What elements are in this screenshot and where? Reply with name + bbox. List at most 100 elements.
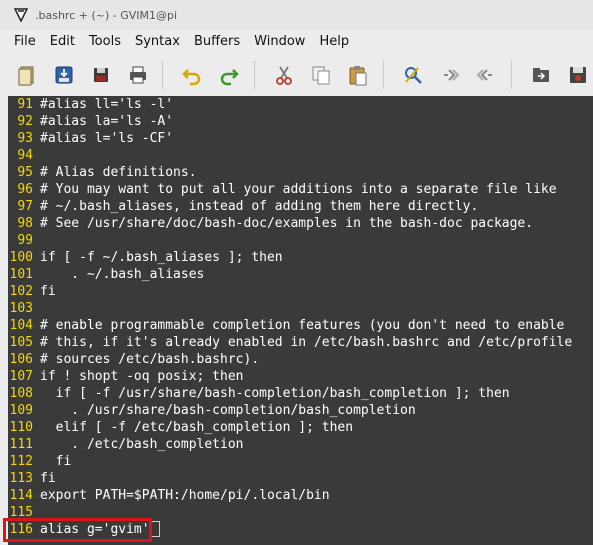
line-text: # ~/.bash_aliases, instead of adding the… (40, 199, 479, 214)
highlight-annotation-box (3, 518, 152, 542)
line-text: . /usr/share/bash-completion/bash_comple… (40, 403, 416, 418)
undo-icon (182, 69, 201, 86)
open-button[interactable] (12, 60, 42, 90)
editor-line[interactable]: 92 #alias la='ls -A' (8, 113, 593, 130)
line-text: fi (40, 284, 56, 299)
find-replace-button[interactable] (398, 60, 428, 90)
editor-line[interactable]: 106 # sources /etc/bash.bashrc). (8, 351, 593, 368)
menu-buffers[interactable]: Buffers (187, 31, 247, 53)
line-number: 112 (9, 454, 33, 469)
editor-line[interactable]: 104 # enable programmable completion feat… (8, 317, 593, 334)
cut-icon (276, 66, 292, 85)
line-text: if ! shopt -oq posix; then (40, 369, 244, 384)
editor-line[interactable]: 113 fi (8, 470, 593, 487)
editor-line[interactable]: 100 if [ -f ~/.bash_aliases ]; then (8, 249, 593, 266)
line-number: 107 (9, 369, 33, 384)
menu-file[interactable]: File (7, 31, 43, 53)
save-download-icon (55, 66, 73, 84)
line-number: 108 (9, 386, 33, 401)
copy-icon (312, 66, 330, 85)
menu-syntax[interactable]: Syntax (128, 31, 187, 53)
line-number: 104 (9, 318, 33, 333)
line-text: #alias ll='ls -l' (40, 97, 174, 112)
find-previous-icon (476, 69, 493, 81)
line-text: #alias la='ls -A' (40, 114, 174, 129)
editor-line[interactable]: 93 #alias l='ls -CF' (8, 130, 593, 147)
cut-button[interactable] (269, 60, 299, 90)
editor-line[interactable]: 108 if [ -f /usr/share/bash-completion/b… (8, 385, 593, 402)
find-replace-icon (404, 67, 422, 84)
line-text: fi (40, 471, 56, 486)
save-session-button[interactable] (563, 60, 593, 90)
editor-line[interactable]: 103 (8, 300, 593, 317)
open-icon (18, 66, 34, 86)
line-text: fi (40, 454, 72, 469)
load-session-icon (533, 68, 550, 82)
editor-line[interactable]: 98 # See /usr/share/doc/bash-doc/examples… (8, 215, 593, 232)
copy-button[interactable] (306, 60, 336, 90)
text-editor[interactable]: 91 #alias ll='ls -l' 92 #alias la='ls -A' 93… (8, 96, 593, 545)
find-next-button[interactable] (435, 60, 465, 90)
line-text: # You may want to put all your additions… (40, 182, 557, 197)
print-icon (129, 66, 146, 84)
find-previous-button[interactable] (471, 60, 501, 90)
line-text: if [ -f ~/.bash_aliases ]; then (40, 250, 283, 265)
toolbar (0, 54, 593, 96)
line-number: 113 (9, 471, 33, 486)
editor-line[interactable]: 111 . /etc/bash_completion (8, 436, 593, 453)
editor-line[interactable]: 109 . /usr/share/bash-completion/bash_co… (8, 402, 593, 419)
line-text: export PATH=$PATH:/home/pi/.local/bin (40, 488, 330, 503)
line-number: 92 (17, 114, 33, 129)
line-text: # sources /etc/bash.bashrc). (40, 352, 260, 367)
undo-button[interactable] (177, 60, 207, 90)
save-session-icon (570, 67, 587, 83)
editor-line[interactable]: 107 if ! shopt -oq posix; then (8, 368, 593, 385)
editor-line[interactable]: 94 (8, 147, 593, 164)
menu-edit[interactable]: Edit (43, 31, 82, 53)
redo-icon (221, 69, 239, 86)
menu-help[interactable]: Help (312, 31, 356, 53)
line-number: 106 (9, 352, 33, 367)
editor-line[interactable]: 95 # Alias definitions. (8, 164, 593, 181)
line-text: # Alias definitions. (40, 165, 197, 180)
line-number: 110 (9, 420, 33, 435)
editor-line[interactable]: 102 fi (8, 283, 593, 300)
line-number: 105 (9, 335, 33, 350)
save-download-button[interactable] (49, 60, 79, 90)
editor-line[interactable]: 99 (8, 232, 593, 249)
editor-line[interactable]: 114 export PATH=$PATH:/home/pi/.local/bin (8, 487, 593, 504)
save-all-button[interactable] (86, 60, 116, 90)
editor-line[interactable]: 91 #alias ll='ls -l' (8, 96, 593, 113)
editor-line[interactable]: 101 . ~/.bash_aliases (8, 266, 593, 283)
line-number: 102 (9, 284, 33, 299)
line-number: 96 (17, 182, 33, 197)
line-text: #alias l='ls -CF' (40, 131, 174, 146)
line-text: elif [ -f /etc/bash_completion ]; then (40, 420, 354, 435)
line-text: . /etc/bash_completion (40, 437, 244, 452)
window-title: .bashrc + (~) - GVIM1@pi (35, 8, 178, 22)
toolbar-separator (511, 61, 513, 89)
line-number: 98 (17, 216, 33, 231)
line-text: # See /usr/share/doc/bash-doc/examples i… (40, 216, 534, 231)
load-session-button[interactable] (526, 60, 556, 90)
editor-line[interactable]: 97 # ~/.bash_aliases, instead of adding t… (8, 198, 593, 215)
editor-line[interactable]: 112 fi (8, 453, 593, 470)
line-number: 101 (9, 267, 33, 282)
line-number: 99 (17, 233, 33, 248)
editor-line[interactable]: 110 elif [ -f /etc/bash_completion ]; th… (8, 419, 593, 436)
editor-line[interactable]: 96 # You may want to put all your additio… (8, 181, 593, 198)
menu-window[interactable]: Window (247, 31, 312, 53)
line-text: # this, if it's already enabled in /etc/… (40, 335, 573, 350)
line-text: # enable programmable completion feature… (40, 318, 565, 333)
menu-tools[interactable]: Tools (82, 31, 128, 53)
line-number: 111 (9, 437, 33, 452)
toolbar-separator (162, 61, 164, 89)
paste-button[interactable] (343, 60, 373, 90)
print-button[interactable] (123, 60, 153, 90)
editor-line[interactable]: 105 # this, if it's already enabled in /e… (8, 334, 593, 351)
toolbar-separator (254, 61, 256, 89)
title-bar: .bashrc + (~) - GVIM1@pi (0, 0, 593, 30)
redo-button[interactable] (214, 60, 244, 90)
line-number: 100 (9, 250, 33, 265)
find-next-icon (443, 69, 459, 81)
